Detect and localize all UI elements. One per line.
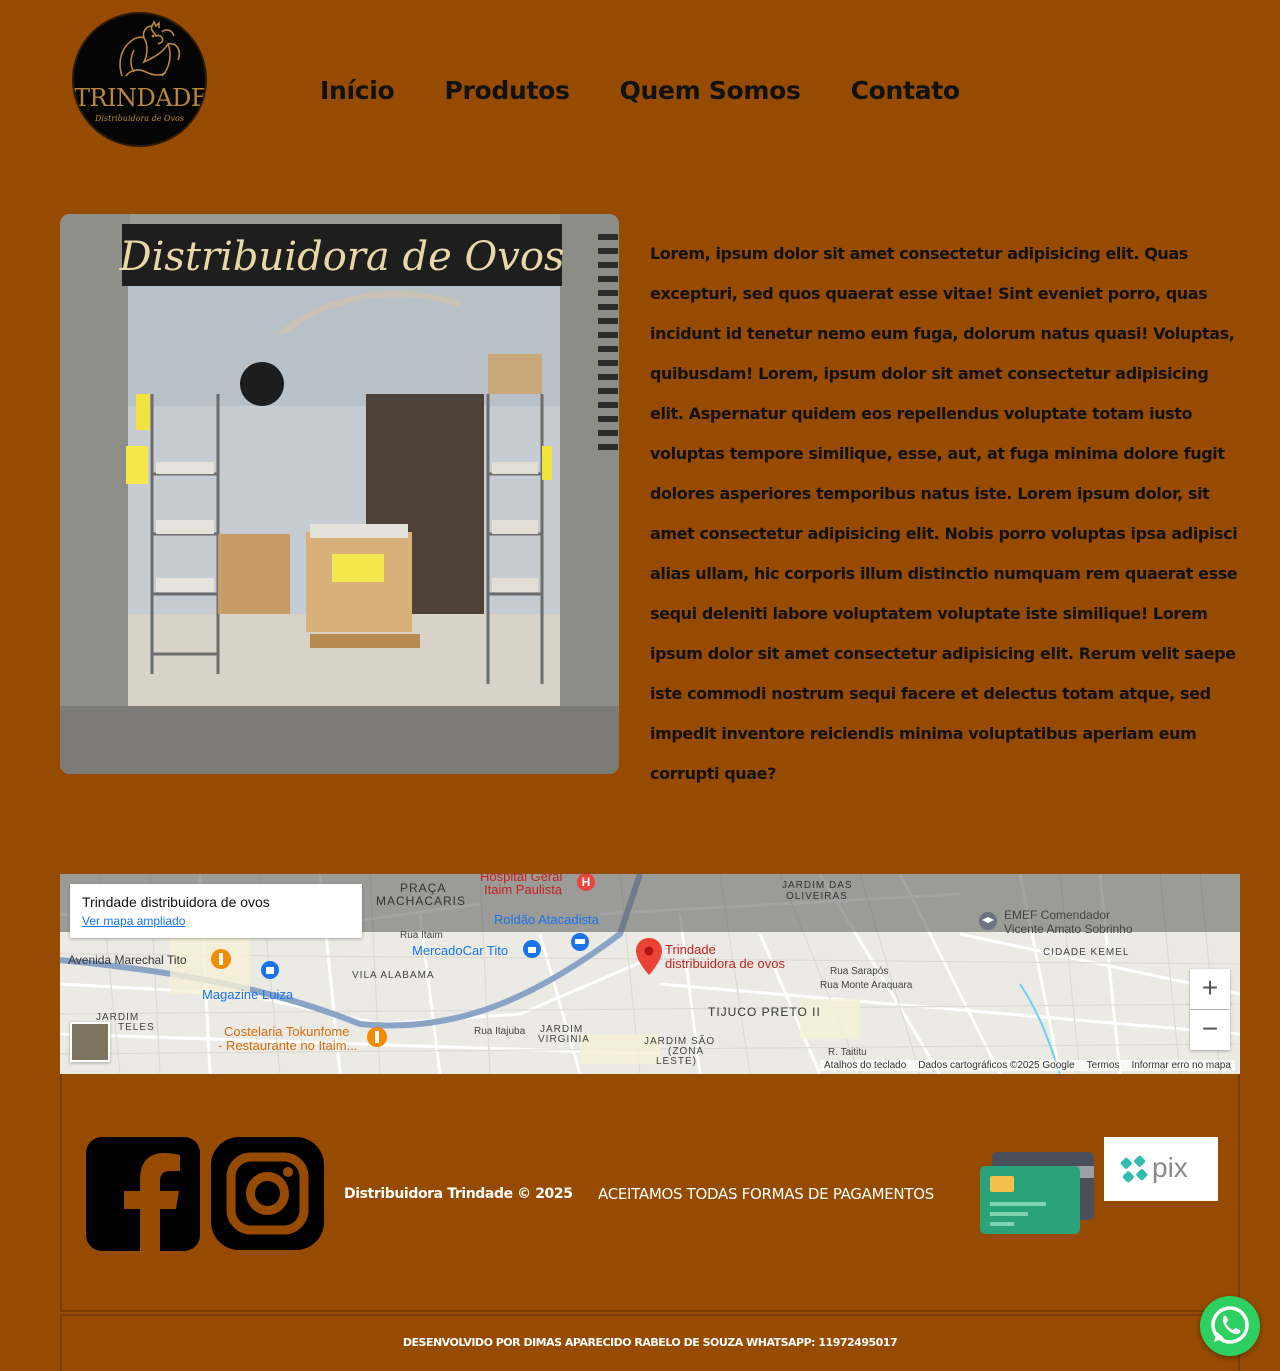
map-label-praca: PRAÇA (400, 881, 447, 895)
map-label-roldao: Roldão Atacadista (494, 912, 599, 927)
site-footer: Distribuidora Trindade © 2025 ACEITAMOS … (60, 1074, 1240, 1312)
facebook-icon[interactable] (86, 1137, 200, 1251)
nav-inicio[interactable]: Início (320, 76, 395, 105)
map-label-mercadocar: MercadoCar Tito (412, 943, 509, 958)
map-pin-label-1: Trindade (665, 942, 716, 957)
nav-produtos[interactable]: Produtos (444, 76, 569, 105)
zoom-out-button[interactable]: − (1190, 1010, 1230, 1050)
google-map[interactable]: Hospital Geral Itaim Paulista H PRAÇA MA… (60, 874, 1240, 1074)
map-label-teles: TELES (118, 1022, 155, 1033)
store-photo: Distribuidora de Ovos (60, 214, 619, 774)
map-label-costelaria-2: - Restaurante no Itaim... (218, 1038, 358, 1053)
map-label-hospital-2: Itaim Paulista (484, 882, 563, 897)
map-label-rua-sarapos: Rua Sarapós (830, 966, 889, 977)
cart-icon (571, 933, 589, 951)
restaurant-icon (211, 949, 231, 969)
satellite-toggle[interactable] (70, 1022, 110, 1062)
logo-title: TRINDADE (74, 84, 207, 112)
map-label-rua-itaim: Rua Itaim (400, 930, 443, 941)
developer-bar: DESENVOLVIDO POR DIMAS APARECIDO RABELO … (60, 1314, 1240, 1371)
map-label-magazine: Magazine Luiza (202, 987, 294, 1002)
about-paragraph: Lorem, ipsum dolor sit amet consectetur … (650, 244, 1238, 783)
pix-label: pix (1152, 1152, 1188, 1183)
map-label-taititu: R. Taititu (828, 1047, 867, 1058)
report-error-link[interactable]: Informar erro no mapa (1131, 1060, 1231, 1071)
logo[interactable]: TRINDADE Distribuidora de Ovos (72, 12, 207, 147)
nav-quem-somos[interactable]: Quem Somos (620, 76, 801, 105)
map-label-tijuco: TIJUCO PRETO II (708, 1005, 821, 1019)
map-label-emef-1: EMEF Comendador (1004, 908, 1111, 922)
map-data-text: Dados cartográficos ©2025 Google (918, 1060, 1075, 1071)
map-place-title: Trindade distribuidora de ovos (82, 894, 270, 910)
shop-icon (523, 940, 541, 958)
copyright-text: Distribuidora Trindade © 2025 (344, 1186, 573, 1202)
map-label-rua-itajuba: Rua Itajuba (474, 1026, 526, 1037)
map-pin-label-2: distribuidora de ovos (665, 956, 785, 971)
restaurant-icon-2 (367, 1027, 387, 1047)
main-nav: Início Produtos Quem Somos Contato (320, 76, 960, 105)
map-label-av-marechal: Avenida Marechal Tito (68, 953, 187, 967)
rooster-logo-icon (119, 20, 181, 77)
map-label-costelaria-1: Costelaria Tokunfome (224, 1024, 350, 1039)
map-attribution: Atalhos do teclado Dados cartográficos ©… (820, 1060, 1235, 1071)
map-label-emef-2: Vicente Amato Sobrinho (1004, 922, 1133, 936)
map-label-leste: LESTE) (656, 1056, 698, 1067)
svg-text:H: H (582, 875, 591, 889)
map-label-oliveiras: OLIVEIRAS (786, 891, 848, 902)
site-header: TRINDADE Distribuidora de Ovos Início Pr… (0, 0, 1280, 180)
pix-icon: pix (1104, 1137, 1218, 1201)
nav-contato[interactable]: Contato (851, 76, 960, 105)
store-sign-text: Distribuidora de Ovos (119, 234, 565, 280)
instagram-icon[interactable] (211, 1137, 324, 1250)
payments-text: ACEITAMOS TODAS FORMAS DE PAGAMENTOS (598, 1185, 934, 1203)
store-pin-icon (261, 961, 279, 979)
map-label-virginia: VIRGINIA (538, 1034, 590, 1045)
keyboard-shortcuts-link[interactable]: Atalhos do teclado (824, 1060, 906, 1071)
map-label-rua-monte: Rua Monte Araquara (820, 980, 913, 991)
developer-credit: DESENVOLVIDO POR DIMAS APARECIDO RABELO … (402, 1336, 898, 1349)
view-larger-map-link[interactable]: Ver mapa ampliado (82, 914, 350, 928)
hospital-icon: H (577, 874, 595, 891)
map-place-card: Trindade distribuidora de ovos Ver mapa … (70, 884, 362, 938)
school-icon (979, 912, 997, 930)
logo-subtitle: Distribuidora de Ovos (95, 114, 184, 123)
map-label-cidade-kemel: CIDADE KEMEL (1043, 947, 1130, 958)
terms-link[interactable]: Termos (1087, 1060, 1120, 1071)
map-label-machacaris: MACHACARIS (376, 894, 467, 908)
map-label-jardim-oliveiras: JARDIM DAS (782, 880, 853, 891)
zoom-in-button[interactable]: + (1190, 969, 1230, 1009)
map-pin-icon[interactable] (636, 938, 662, 976)
whatsapp-button[interactable] (1200, 1296, 1260, 1356)
whatsapp-icon (1211, 1306, 1249, 1344)
credit-card-icon (978, 1152, 1096, 1238)
map-label-vila-alabama: VILA ALABAMA (352, 970, 435, 981)
